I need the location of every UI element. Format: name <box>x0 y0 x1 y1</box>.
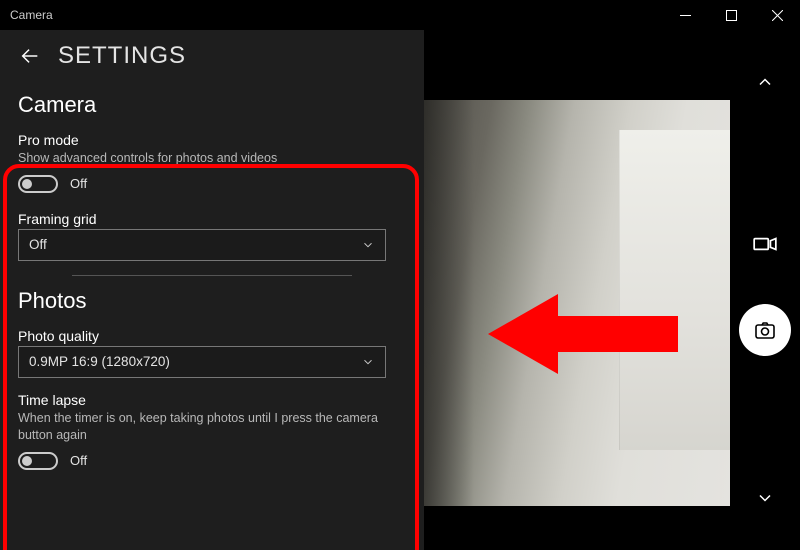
app-window: Camera SETTINGS Camera Pro mode Show adv… <box>0 0 800 550</box>
time-lapse-desc: When the timer is on, keep taking photos… <box>18 410 388 444</box>
close-button[interactable] <box>754 0 800 30</box>
settings-title: SETTINGS <box>58 42 186 70</box>
section-heading-photos: Photos <box>18 288 406 314</box>
pro-mode-state: Off <box>70 176 87 191</box>
maximize-button[interactable] <box>708 0 754 30</box>
expand-up-button[interactable] <box>745 62 785 102</box>
time-lapse-toggle[interactable] <box>18 452 58 470</box>
settings-header: SETTINGS <box>18 42 406 70</box>
framing-grid-select[interactable]: Off <box>18 229 386 261</box>
framing-grid-value: Off <box>29 237 47 252</box>
titlebar: Camera <box>0 0 800 30</box>
camera-preview-image <box>424 100 730 506</box>
pro-mode-toggle[interactable] <box>18 175 58 193</box>
photo-quality-value: 0.9MP 16:9 (1280x720) <box>29 354 170 369</box>
back-button[interactable] <box>18 44 42 68</box>
camera-preview-area <box>424 30 800 550</box>
framing-grid-label: Framing grid <box>18 211 406 227</box>
time-lapse-toggle-row: Off <box>18 452 406 470</box>
shutter-button[interactable] <box>739 304 791 356</box>
pro-mode-label: Pro mode <box>18 132 406 148</box>
chevron-down-icon <box>361 238 375 252</box>
video-icon <box>752 231 778 257</box>
photo-quality-label: Photo quality <box>18 328 406 344</box>
time-lapse-label: Time lapse <box>18 392 406 408</box>
pro-mode-desc: Show advanced controls for photos and vi… <box>18 150 388 167</box>
time-lapse-state: Off <box>70 453 87 468</box>
section-heading-camera: Camera <box>18 92 406 118</box>
pro-mode-toggle-row: Off <box>18 175 406 193</box>
app-body: SETTINGS Camera Pro mode Show advanced c… <box>0 30 800 550</box>
chevron-down-icon <box>361 355 375 369</box>
video-mode-button[interactable] <box>745 224 785 264</box>
expand-down-button[interactable] <box>745 478 785 518</box>
right-rail <box>730 30 800 550</box>
settings-panel: SETTINGS Camera Pro mode Show advanced c… <box>0 30 424 550</box>
camera-icon <box>753 318 777 342</box>
divider <box>72 275 352 276</box>
photo-quality-select[interactable]: 0.9MP 16:9 (1280x720) <box>18 346 386 378</box>
minimize-button[interactable] <box>662 0 708 30</box>
window-title: Camera <box>0 8 662 22</box>
